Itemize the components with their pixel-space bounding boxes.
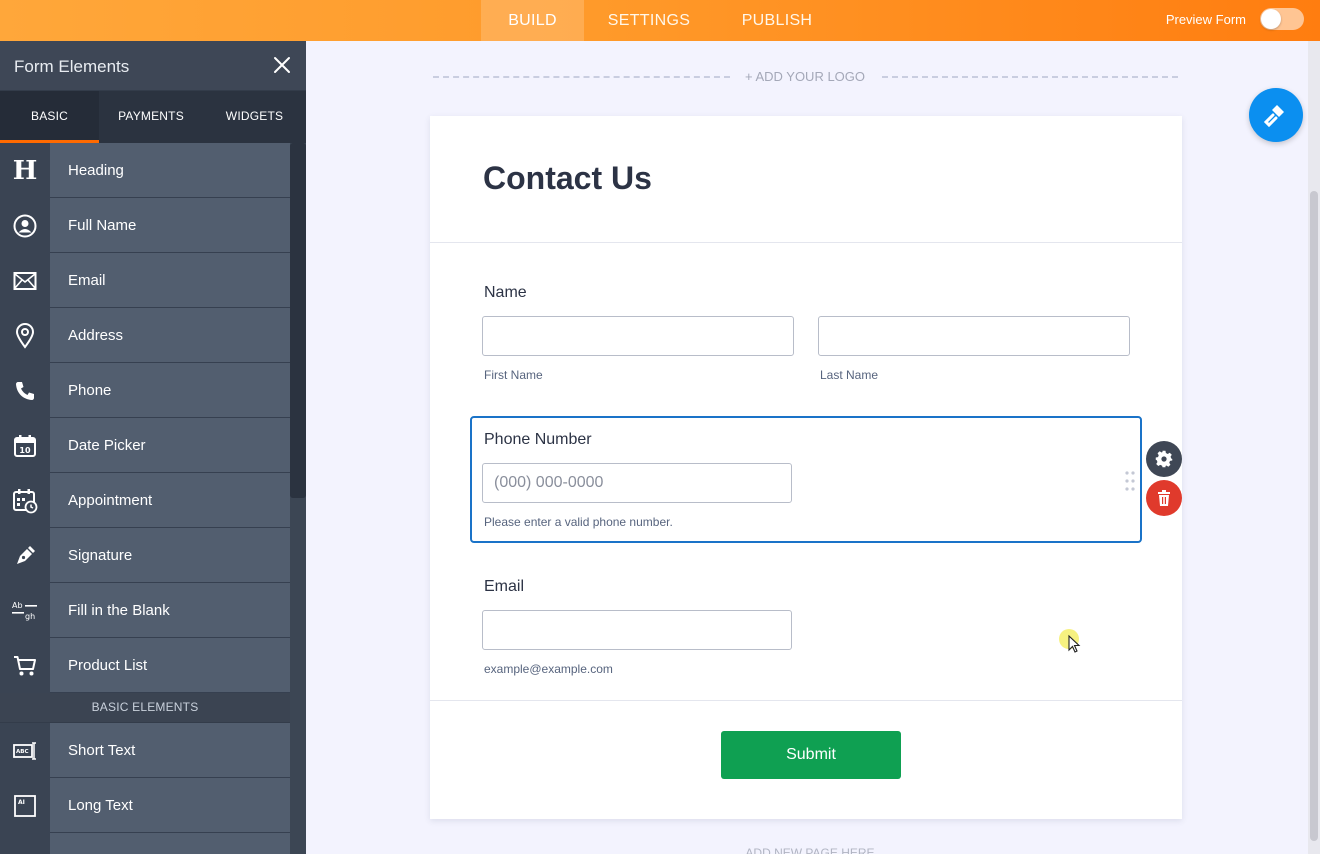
close-icon[interactable] (272, 55, 292, 75)
svg-text:10: 10 (19, 446, 31, 455)
phone-input[interactable]: (000) 000-0000 (482, 463, 792, 503)
element-label: Heading (68, 161, 124, 179)
element-signature[interactable]: Signature (0, 528, 290, 583)
element-label: Date Picker (68, 436, 146, 454)
element-email[interactable]: Email (0, 253, 290, 308)
element-label: Product List (68, 656, 148, 674)
svg-text:AI: AI (18, 799, 25, 806)
toggle-knob (1261, 9, 1281, 29)
svg-text:Ab: Ab (12, 601, 23, 610)
last-name-sublabel: Last Name (820, 368, 879, 382)
element-heading[interactable]: H Heading (0, 143, 290, 198)
sidebar-scrollbar[interactable] (290, 143, 306, 854)
element-label: Short Text (68, 741, 136, 759)
element-fill-in-the-blank[interactable]: Ab gh Fill in the Blank (0, 583, 290, 638)
heading-icon: H (0, 143, 50, 198)
phone-label: Phone Number (484, 431, 592, 448)
phone-placeholder: (000) 000-0000 (494, 474, 604, 491)
element-label: Long Text (68, 796, 133, 814)
sidebar-title: Form Elements (14, 57, 130, 76)
submit-button[interactable]: Submit (721, 731, 901, 779)
first-name-sublabel: First Name (484, 368, 543, 382)
cart-icon (0, 638, 50, 693)
element-short-text[interactable]: ABC Short Text (0, 723, 290, 778)
element-label: Appointment (68, 491, 153, 509)
envelope-icon (0, 253, 50, 308)
paint-roller-icon (1263, 105, 1284, 128)
form-card: Contact Us Name First Name Last Name Pho… (430, 116, 1182, 819)
element-label: Address (68, 326, 124, 344)
svg-text:ABC: ABC (16, 749, 29, 755)
field-delete-button[interactable] (1146, 480, 1182, 516)
sidebar-scrollbar-thumb[interactable] (290, 143, 306, 498)
user-icon (0, 198, 50, 253)
fill-blank-icon: Ab gh (0, 583, 50, 638)
section-basic-elements: BASIC ELEMENTS (0, 693, 290, 723)
tab-payments[interactable]: PAYMENTS (99, 91, 203, 143)
mouse-cursor-icon (1059, 629, 1081, 653)
element-icon (0, 833, 50, 854)
tab-widgets[interactable]: WIDGETS (203, 91, 306, 143)
element-address[interactable]: Address (0, 308, 290, 363)
email-input[interactable] (482, 610, 792, 650)
short-text-icon: ABC (0, 723, 50, 778)
preview-form-label: Preview Form (1165, 12, 1246, 27)
footer-divider (430, 700, 1182, 701)
sidebar-header: Form Elements (0, 41, 306, 91)
element-label: Signature (68, 546, 133, 564)
email-label: Email (484, 578, 525, 595)
add-new-page-link[interactable]: ADD NEW PAGE HERE (700, 846, 920, 854)
first-name-input[interactable] (482, 316, 794, 356)
element-label: Email (68, 271, 106, 289)
long-text-icon: AI (0, 778, 50, 833)
field-settings-button[interactable] (1146, 441, 1182, 477)
add-logo-link[interactable]: + ADD YOUR LOGO (730, 69, 880, 84)
tab-settings[interactable]: SETTINGS (596, 0, 702, 41)
trash-icon (1158, 490, 1170, 506)
element-full-name[interactable]: Full Name (0, 198, 290, 253)
element-appointment[interactable]: Appointment (0, 473, 290, 528)
element-date-picker[interactable]: 10 Date Picker (0, 418, 290, 473)
drag-handle-icon[interactable] (1124, 470, 1136, 492)
element-product-list[interactable]: Product List (0, 638, 290, 693)
location-pin-icon (0, 308, 50, 363)
last-name-input[interactable] (818, 316, 1130, 356)
element-list: H Heading Full Name Email Address Phone … (0, 143, 290, 854)
email-sublabel: example@example.com (484, 662, 613, 676)
sidebar-tabs: BASIC PAYMENTS WIDGETS (0, 91, 306, 143)
form-designer-button[interactable] (1249, 88, 1303, 142)
logo-dashed-line (882, 76, 1178, 78)
page-scrollbar[interactable] (1308, 41, 1320, 854)
phone-sublabel: Please enter a valid phone number. (484, 515, 673, 529)
name-label: Name (484, 284, 527, 301)
phone-icon (0, 363, 50, 418)
element-partial[interactable] (0, 833, 290, 854)
tab-build[interactable]: BUILD (481, 0, 584, 41)
pen-icon (0, 528, 50, 583)
form-elements-sidebar: Form Elements BASIC PAYMENTS WIDGETS H H… (0, 41, 306, 854)
top-navbar: BUILD SETTINGS PUBLISH Preview Form (0, 0, 1320, 41)
element-long-text[interactable]: AI Long Text (0, 778, 290, 833)
svg-text:gh: gh (25, 612, 35, 621)
element-label: Full Name (68, 216, 137, 234)
element-label: Phone (68, 381, 112, 399)
element-label: Fill in the Blank (68, 601, 170, 619)
tab-publish[interactable]: PUBLISH (728, 0, 826, 41)
calendar-icon: 10 (0, 418, 50, 473)
page-scrollbar-thumb[interactable] (1310, 191, 1318, 841)
header-divider (430, 242, 1182, 243)
logo-dashed-line (433, 76, 730, 78)
preview-form-toggle[interactable] (1260, 8, 1304, 30)
gear-icon (1155, 450, 1173, 468)
element-phone[interactable]: Phone (0, 363, 290, 418)
tab-basic[interactable]: BASIC (0, 91, 99, 143)
form-title[interactable]: Contact Us (483, 160, 652, 197)
appointment-icon (0, 473, 50, 528)
